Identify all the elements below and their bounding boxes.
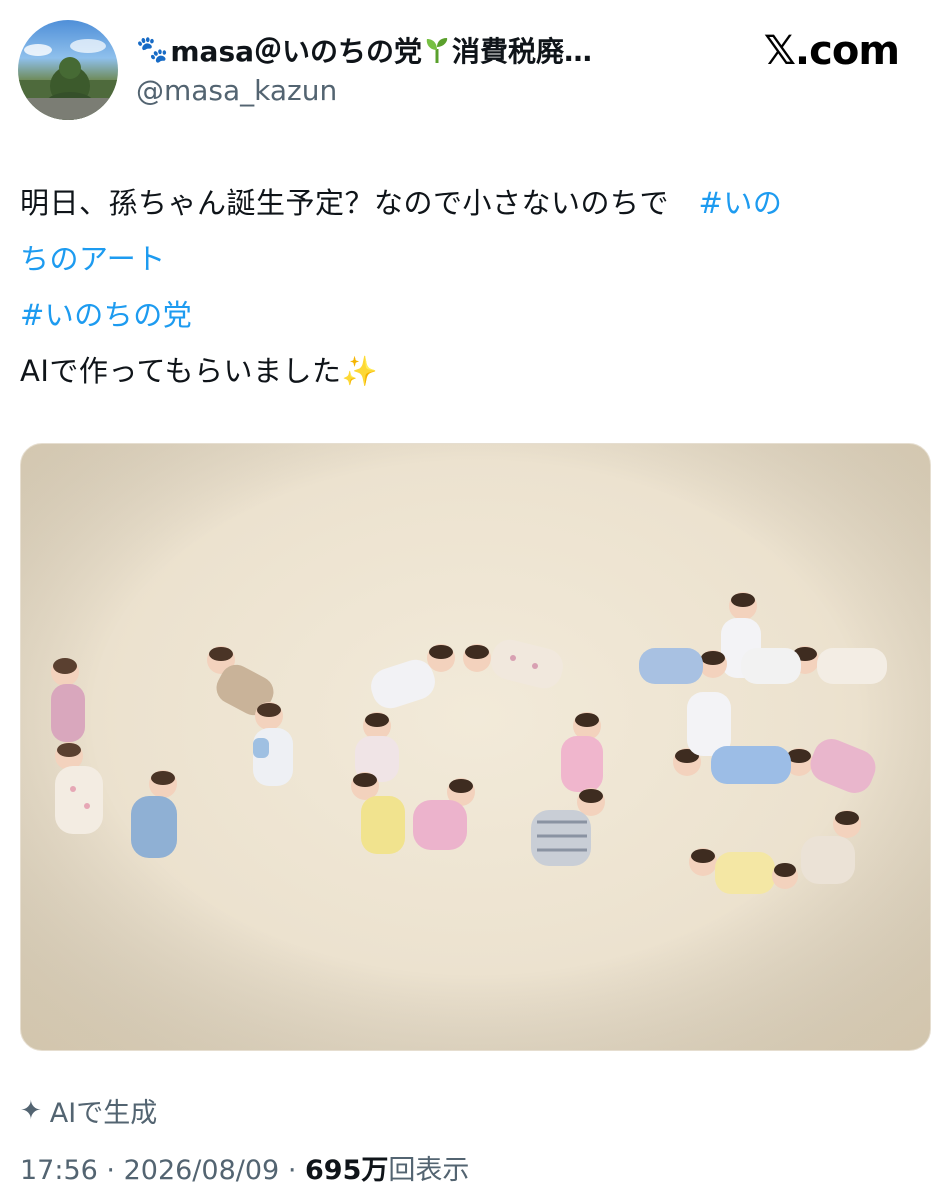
separator: ·: [287, 1155, 297, 1186]
hashtag-inochi-party[interactable]: #いのちの党: [20, 287, 925, 343]
tweet-time[interactable]: 17:56: [20, 1155, 98, 1186]
display-name-suffix: 消費税廃…: [452, 35, 593, 68]
x-logo: 𝕏.com: [763, 28, 900, 74]
sparkles-icon: ✨: [341, 354, 379, 388]
baby-photo-image: [21, 444, 930, 1050]
sparkle-icon: ✦: [20, 1095, 42, 1126]
avatar[interactable]: [18, 20, 118, 120]
ai-generated-label[interactable]: ✦ AIで生成: [20, 1091, 157, 1130]
tweet-meta: 17:56 · 2026/08/09 · 695万回表示: [20, 1148, 469, 1187]
display-name[interactable]: 🐾 masa＠いのちの党 消費税廃…: [136, 30, 592, 70]
hashtag-inochi-art-part1[interactable]: #いの: [699, 186, 783, 220]
tweet-line-1: 明日、孫ちゃん誕生予定？なので小さないのちで #いの: [20, 175, 925, 231]
views-label: 回表示: [388, 1155, 470, 1186]
tweet-date[interactable]: 2026/08/09: [124, 1155, 280, 1186]
views-count[interactable]: 695万: [305, 1155, 388, 1186]
ai-generated-text: AIで生成: [49, 1098, 158, 1129]
tweet-media-image[interactable]: [20, 443, 931, 1051]
separator: ·: [106, 1155, 115, 1186]
tweet-text-segment: AIで作ってもらいました: [20, 354, 342, 388]
hashtag-inochi-art-part2[interactable]: ちのアート: [20, 231, 925, 287]
baby-figure: [772, 863, 798, 889]
tweet-text: 明日、孫ちゃん誕生予定？なので小さないのちで #いの ちのアート #いのちの党 …: [20, 175, 925, 399]
tweet-line-3: AIで作ってもらいました✨: [20, 343, 925, 399]
user-handle[interactable]: @masa_kazun: [136, 74, 337, 107]
tweet-text-segment: 明日、孫ちゃん誕生予定？なので小さないのちで: [20, 186, 699, 220]
paw-icon: 🐾: [136, 35, 169, 65]
sprout-icon: [426, 38, 448, 63]
display-name-text: masa＠いのちの党: [170, 35, 423, 68]
avatar-image: [18, 39, 118, 120]
